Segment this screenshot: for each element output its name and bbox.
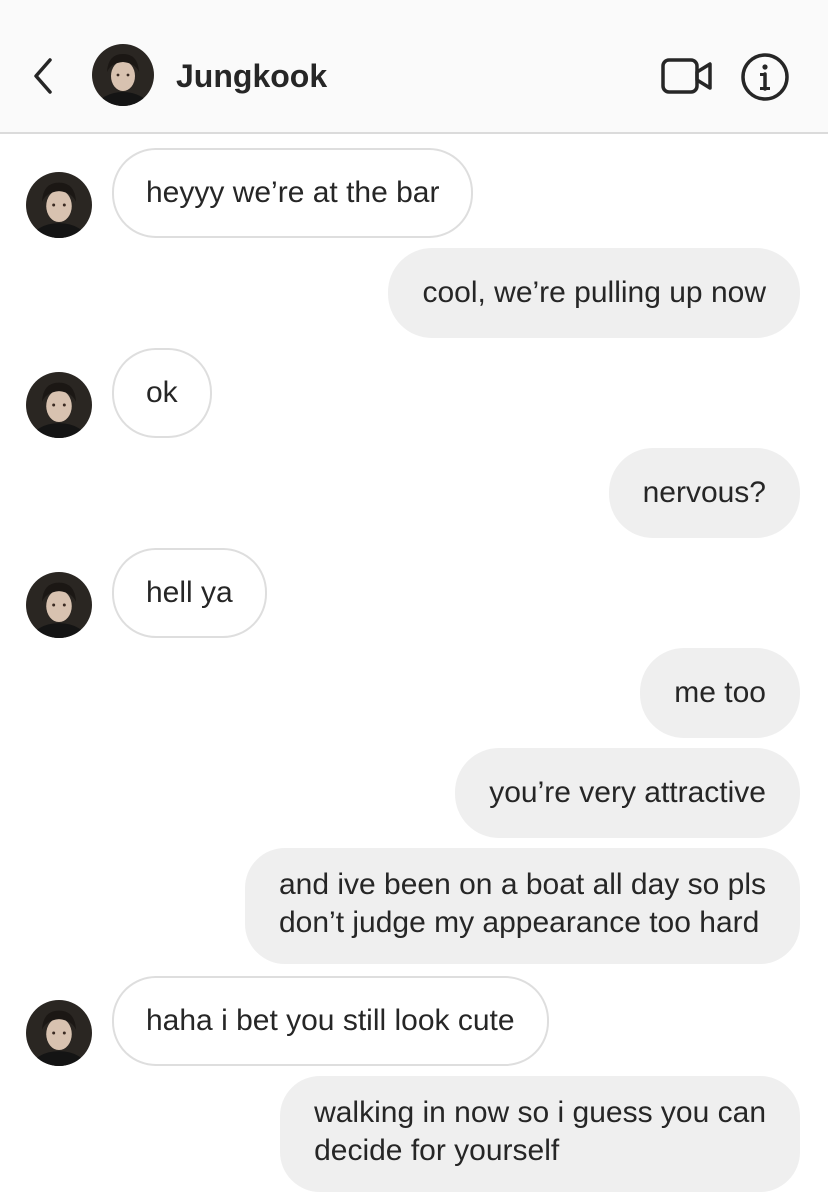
- back-button[interactable]: [28, 54, 60, 98]
- message-text: nervous?: [642, 476, 766, 509]
- message-text-line: decide for yourself: [314, 1134, 560, 1167]
- message-text: hell ya: [146, 576, 233, 609]
- sender-avatar[interactable]: [26, 572, 92, 638]
- message-bubble-outgoing[interactable]: you’re very attractive: [455, 748, 800, 838]
- message-text: heyyy we’re at the bar: [146, 176, 440, 209]
- info-icon: [741, 53, 789, 101]
- message-bubble-incoming[interactable]: hell ya: [112, 548, 267, 638]
- message-bubble-outgoing[interactable]: me too: [640, 648, 800, 738]
- video-call-button[interactable]: [660, 56, 714, 96]
- contact-avatar[interactable]: [92, 44, 154, 106]
- chevron-left-icon: [34, 58, 52, 94]
- chat-header: Jungkook: [0, 0, 828, 134]
- message-text-line: walking in now so i guess you can: [314, 1096, 766, 1129]
- sender-avatar[interactable]: [26, 1000, 92, 1066]
- message-bubble-outgoing[interactable]: walking in now so i guess you can decide…: [280, 1076, 800, 1192]
- message-bubble-outgoing[interactable]: cool, we’re pulling up now: [388, 248, 800, 338]
- message-text: me too: [674, 676, 766, 709]
- message-bubble-incoming[interactable]: haha i bet you still look cute: [112, 976, 549, 1066]
- message-text: you’re very attractive: [489, 776, 766, 809]
- message-bubble-outgoing[interactable]: nervous?: [608, 448, 800, 538]
- message-text: haha i bet you still look cute: [146, 1004, 515, 1037]
- sender-avatar[interactable]: [26, 372, 92, 438]
- message-bubble-incoming[interactable]: ok: [112, 348, 212, 438]
- message-bubble-outgoing[interactable]: and ive been on a boat all day so pls do…: [244, 848, 800, 964]
- info-button[interactable]: [740, 52, 790, 102]
- video-camera-icon: [661, 58, 712, 94]
- contact-name[interactable]: Jungkook: [176, 56, 327, 96]
- message-text: ok: [146, 376, 178, 409]
- message-text-line: and ive been on a boat all day so pls: [278, 868, 766, 901]
- message-thread[interactable]: heyyy we’re at the bar cool, we’re pulli…: [0, 0, 828, 1200]
- message-text-line: don’t judge my appearance too hard: [278, 906, 760, 939]
- message-text: cool, we’re pulling up now: [422, 276, 766, 309]
- message-bubble-incoming[interactable]: heyyy we’re at the bar: [112, 148, 474, 238]
- sender-avatar[interactable]: [26, 172, 92, 238]
